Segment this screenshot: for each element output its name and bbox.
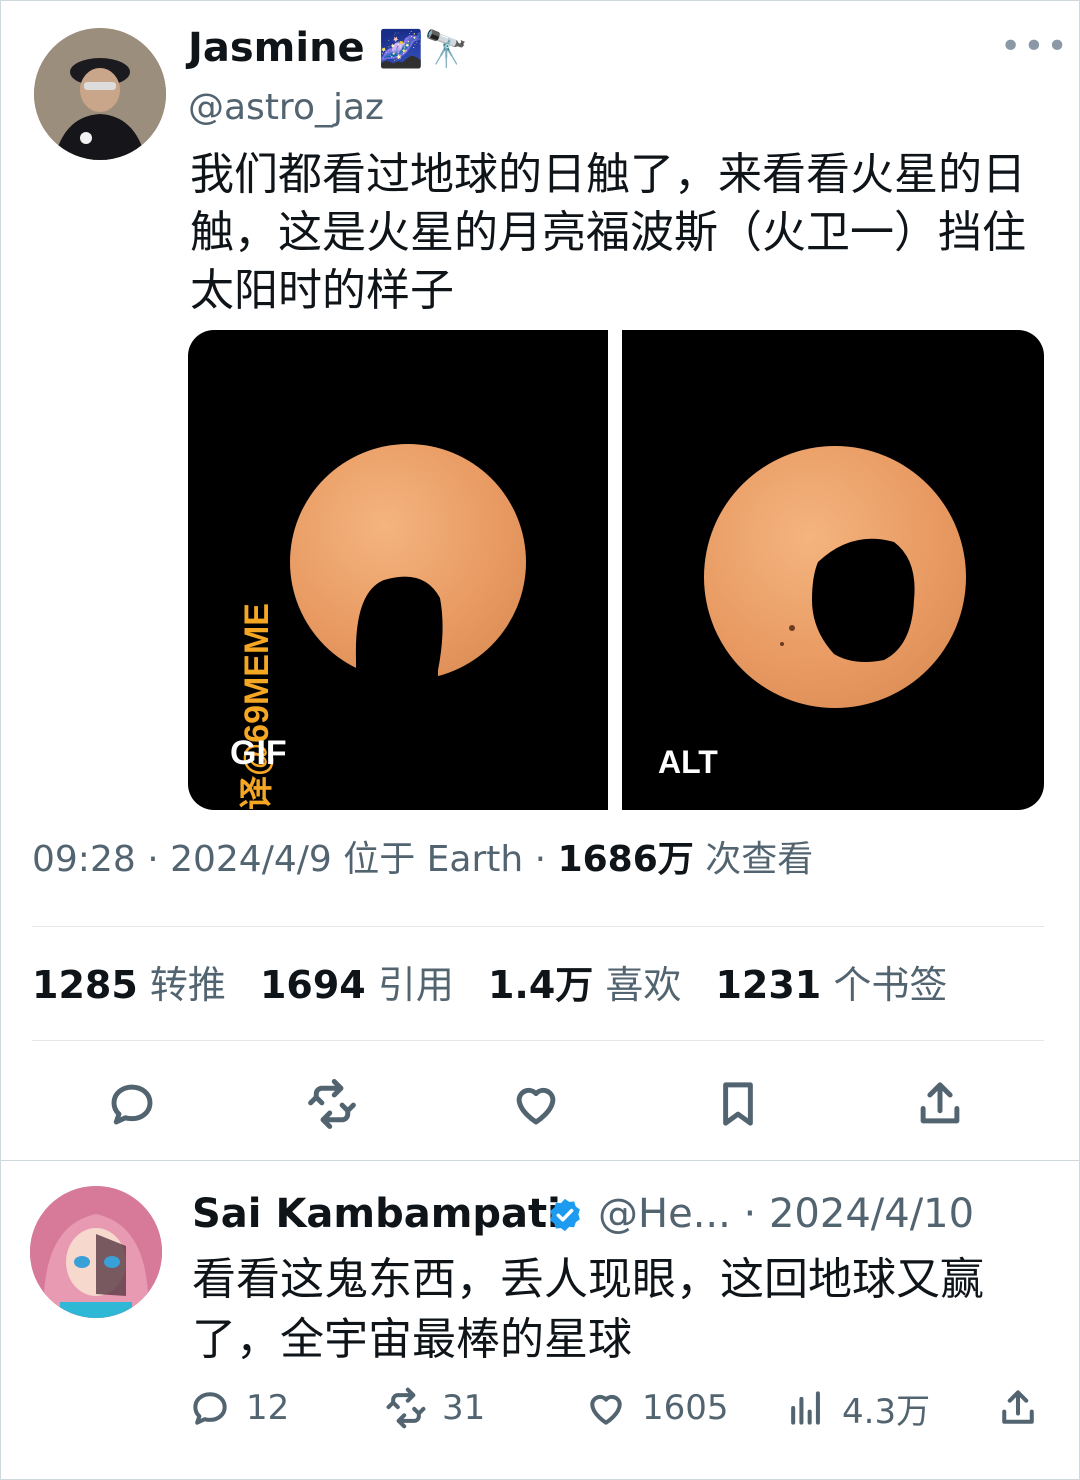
separator: · — [523, 839, 558, 880]
views-count: 4.3万 — [842, 1391, 931, 1432]
avatar[interactable] — [34, 28, 166, 160]
stat-retweets[interactable]: 1285 转推 — [32, 963, 248, 1007]
reply-icon — [193, 1392, 227, 1425]
tweet-meta: 09:28 · 2024/4/9 位于 Earth · 1686万 次查看 — [32, 838, 813, 882]
reply-count: 12 — [246, 1388, 290, 1428]
stat-value: 1.4万 — [487, 963, 594, 1007]
reply-text: 看看这鬼东西，丢人现眼，这回地球又赢了，全宇宙最棒的星球 — [192, 1254, 984, 1365]
reply-handle-date[interactable]: @He... · 2024/4/10 — [598, 1190, 974, 1238]
stat-label: 个书签 — [833, 963, 948, 1007]
author-handle[interactable]: @astro_jaz — [188, 86, 384, 130]
divider — [0, 1160, 1080, 1161]
reply-retweet-button[interactable]: 31 — [384, 1384, 485, 1432]
stat-value: 1694 — [259, 963, 366, 1007]
watermark: 译@69MEME — [237, 603, 276, 810]
reply-button[interactable] — [100, 1074, 164, 1134]
stat-likes[interactable]: 1.4万 喜欢 — [488, 963, 703, 1007]
tweet-date[interactable]: 2024/4/9 — [170, 839, 332, 880]
retweet-count: 31 — [442, 1388, 486, 1428]
more-icon[interactable]: ••• — [1000, 26, 1070, 67]
reply-author-name[interactable]: Sai Kambampati — [192, 1190, 561, 1238]
like-icon — [516, 1087, 556, 1125]
bookmark-icon — [723, 1082, 753, 1126]
tweet-media[interactable]: 译@69MEME GIF ALT — [188, 330, 1044, 810]
retweet-icon — [308, 1079, 356, 1129]
stat-label: 引用 — [377, 963, 454, 1007]
user-photo-icon — [34, 28, 166, 160]
stat-label: 转推 — [149, 963, 226, 1007]
name-emoji: 🌌🔭 — [378, 29, 469, 70]
share-icon — [1002, 1390, 1034, 1424]
retweet-icon — [386, 1387, 426, 1429]
stat-value: 1285 — [32, 963, 138, 1007]
stat-label: 喜欢 — [605, 963, 682, 1007]
stat-value: 1231 — [715, 963, 822, 1007]
share-button[interactable] — [908, 1074, 972, 1134]
views-label: 次查看 — [693, 839, 814, 880]
reply-like-button[interactable]: 1605 — [584, 1384, 729, 1432]
divider — [32, 1040, 1044, 1041]
tweet-text: 我们都看过地球的日触了，来看看火星的日触，这是火星的月亮福波斯（火卫一）挡住太阳… — [190, 149, 1026, 316]
like-button[interactable] — [504, 1074, 568, 1134]
tweet-location: 位于 Earth — [331, 839, 524, 880]
retweet-button[interactable] — [300, 1074, 364, 1134]
like-count: 1605 — [642, 1388, 729, 1428]
reply-share-button[interactable] — [996, 1384, 1054, 1432]
phobos-shadow — [780, 538, 915, 662]
tweet-stats: 1285 转推 1694 引用 1.4万 喜欢 1231 个书签 — [32, 962, 969, 1008]
divider — [32, 926, 1044, 927]
reply-icon — [111, 1084, 153, 1125]
gif-badge[interactable]: GIF — [230, 734, 287, 773]
reply-reply-button[interactable]: 12 — [188, 1384, 289, 1432]
views-count: 1686万 — [557, 839, 694, 880]
reply-views-button[interactable]: 4.3万 — [784, 1384, 930, 1432]
views-chart-icon — [791, 1391, 820, 1425]
like-icon — [590, 1394, 622, 1425]
share-icon — [920, 1082, 960, 1124]
anime-avatar-icon — [30, 1186, 162, 1318]
reply-avatar[interactable] — [30, 1186, 162, 1318]
bookmark-button[interactable] — [706, 1074, 770, 1134]
stat-quotes[interactable]: 1694 引用 — [260, 963, 476, 1007]
tweet-time[interactable]: 09:28 — [32, 839, 136, 880]
author-name[interactable]: Jasmine 🌌🔭 — [188, 24, 468, 74]
stat-bookmarks[interactable]: 1231 个书签 — [715, 963, 969, 1007]
alt-badge[interactable]: ALT — [658, 744, 718, 781]
media-gif-panel[interactable]: 译@69MEME GIF — [188, 330, 608, 810]
verified-badge-icon — [550, 1198, 580, 1232]
separator: · — [135, 839, 171, 880]
media-alt-panel[interactable]: ALT — [622, 330, 1044, 810]
author-name-text[interactable]: Jasmine — [188, 25, 365, 71]
